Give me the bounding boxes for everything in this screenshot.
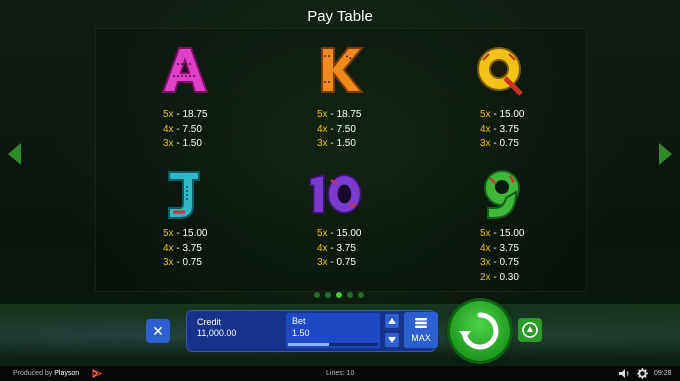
brand-name: Playson [54, 370, 80, 377]
gear-icon[interactable] [637, 368, 648, 379]
pay-row: 5x - 15.00 [317, 228, 362, 239]
paytable-k: 5x - 18.75 4x - 7.50 3x - 1.50 [317, 108, 361, 152]
pagination-dots [314, 292, 369, 300]
arrow-up-icon [388, 318, 396, 324]
bet-label: Bet [292, 316, 306, 326]
pagination-dot[interactable] [358, 292, 364, 298]
produced-by: Produced by Playson [13, 370, 79, 377]
credit-value: 11,000.00 [197, 328, 237, 338]
pay-row: 4x - 7.50 [163, 123, 202, 135]
bet-value: 1.50 [292, 328, 310, 338]
coin-stack-icon [415, 318, 427, 328]
bet-level-bar [288, 343, 378, 346]
close-button[interactable]: ✕ [146, 319, 170, 343]
symbol-j-icon [168, 171, 200, 219]
max-bet-label: MAX [411, 333, 431, 343]
paytable-9: 5x - 15.00 4x - 3.75 3x - 0.75 2x - 0.30 [480, 227, 524, 285]
pagination-dot[interactable] [314, 292, 320, 298]
symbol-9-icon [484, 170, 520, 219]
paytable-10: 5x - 15.00 4x - 3.75 3x - 0.75 [317, 227, 361, 271]
close-icon: ✕ [152, 323, 164, 339]
pay-row: 3x - 1.50 [163, 138, 202, 149]
pagination-dot[interactable] [336, 292, 342, 298]
spin-button[interactable] [450, 301, 510, 361]
sound-icon[interactable] [618, 368, 630, 379]
pay-row: 3x - 0.75 [163, 257, 202, 268]
bet-increase-button[interactable] [385, 314, 399, 328]
credit-label: Credit [197, 317, 222, 327]
page-title: Pay Table [307, 8, 373, 25]
pagination-dot[interactable] [325, 292, 331, 298]
pay-row: 2x - 0.30 [480, 271, 519, 283]
spin-arrow-icon [459, 312, 499, 350]
symbol-a-icon [161, 47, 209, 93]
pay-row: 5x - 18.75 [163, 109, 208, 120]
symbol-10-icon [309, 174, 362, 214]
autoplay-button[interactable] [518, 318, 542, 342]
pay-row: 4x - 3.75 [317, 242, 356, 254]
previous-page-arrow-icon[interactable] [8, 143, 21, 165]
pay-row: 5x - 18.75 [317, 109, 362, 120]
clock: 09:28 [654, 370, 672, 377]
autoplay-icon [522, 322, 538, 338]
pay-row: 3x - 0.75 [480, 257, 519, 268]
pay-row: 4x - 3.75 [480, 242, 519, 254]
next-page-arrow-icon[interactable] [659, 143, 672, 165]
symbol-q-icon [477, 47, 523, 96]
pay-row: 3x - 1.50 [317, 138, 356, 149]
pagination-dot[interactable] [347, 292, 353, 298]
produced-by-label: Produced by [13, 370, 53, 377]
paytable-q: 5x - 15.00 4x - 3.75 3x - 0.75 [480, 108, 524, 152]
paytable-j: 5x - 15.00 4x - 3.75 3x - 0.75 [163, 227, 207, 271]
bet-decrease-button[interactable] [385, 333, 399, 347]
pay-row: 5x - 15.00 [480, 109, 525, 120]
playson-logo-icon [92, 369, 102, 378]
pay-row: 3x - 0.75 [317, 257, 356, 268]
pay-row: 5x - 15.00 [480, 228, 525, 239]
lines-count: Lines: 10 [326, 370, 355, 377]
bet-level-fill [288, 343, 329, 346]
pay-row: 4x - 3.75 [163, 242, 202, 254]
pay-row: 4x - 7.50 [317, 123, 356, 135]
pay-row: 5x - 15.00 [163, 228, 208, 239]
pay-row: 4x - 3.75 [480, 123, 519, 135]
symbol-k-icon [321, 47, 365, 93]
pay-row: 3x - 0.75 [480, 138, 519, 149]
max-bet-button[interactable]: MAX [404, 312, 438, 348]
paytable-a: 5x - 18.75 4x - 7.50 3x - 1.50 [163, 108, 207, 152]
arrow-down-icon [388, 337, 396, 343]
